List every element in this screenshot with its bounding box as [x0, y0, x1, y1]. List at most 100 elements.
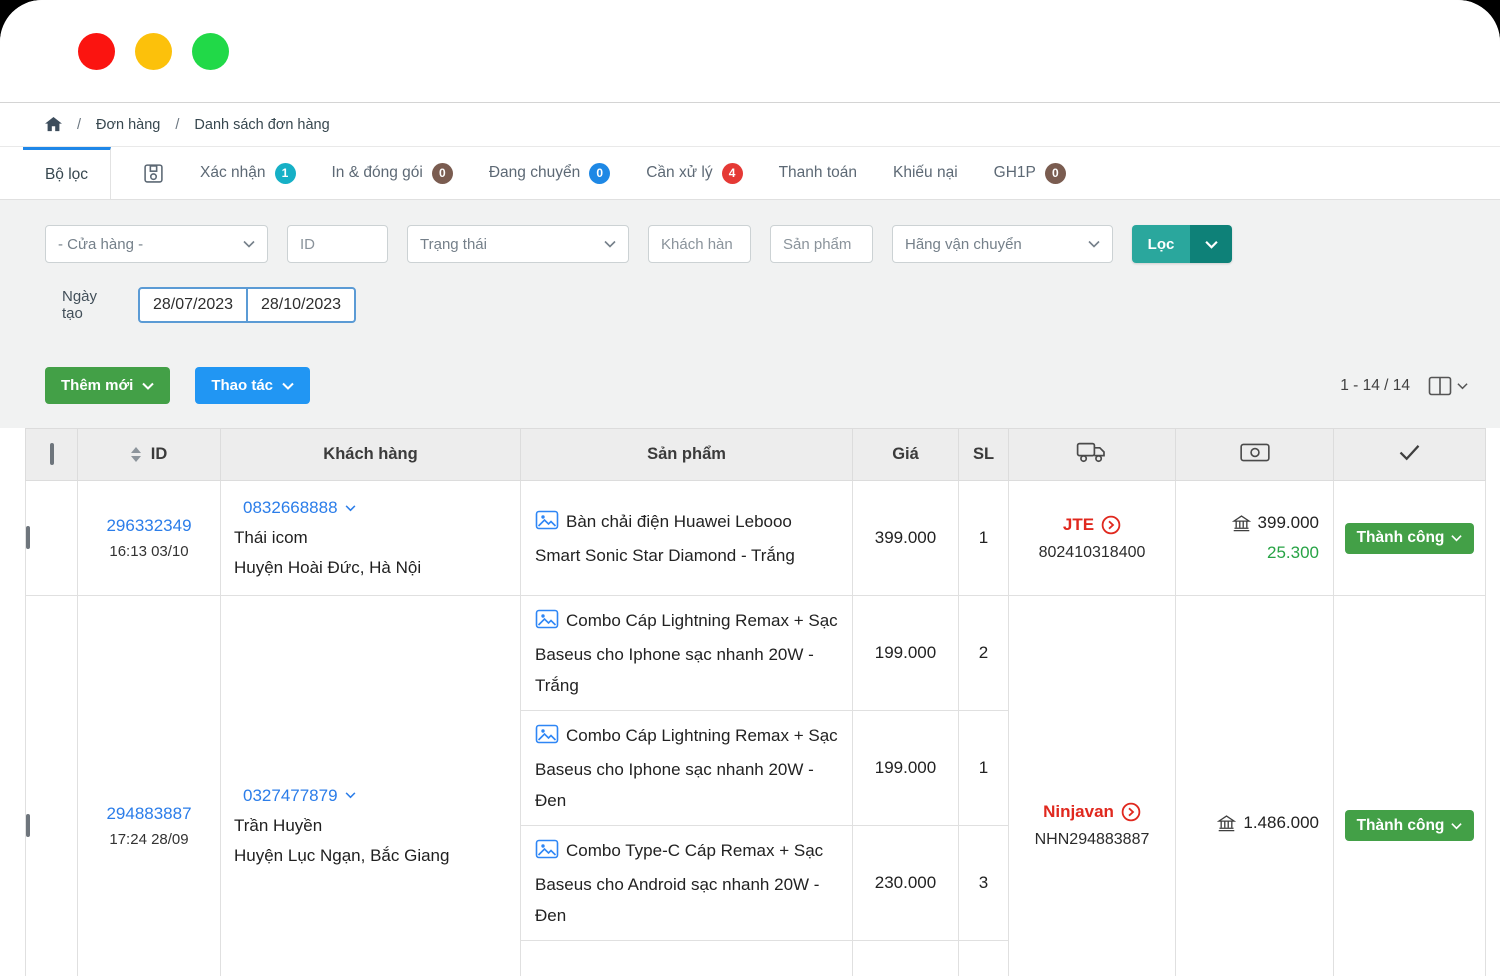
order-id-cell: 296332349 16:13 03/10	[78, 481, 221, 596]
carrier-link[interactable]: JTE	[1063, 515, 1121, 535]
tab-filter[interactable]: Bộ lọc	[23, 147, 111, 199]
photo-icon	[535, 509, 559, 540]
bulk-actions-button[interactable]: Thao tác	[195, 367, 310, 404]
customer-input[interactable]	[661, 236, 738, 253]
tab-badge: 1	[275, 163, 296, 184]
tab-badge: 0	[589, 163, 610, 184]
tab-payment[interactable]: Thanh toán	[779, 164, 857, 182]
filter-button[interactable]: Lọc	[1132, 225, 1190, 263]
price-cell: 399.000	[853, 481, 959, 596]
shipping-header	[1009, 429, 1176, 481]
product-input[interactable]	[783, 236, 860, 253]
price-cell: 230.000	[853, 826, 959, 941]
order-id-link[interactable]: 296332349	[78, 516, 220, 536]
carrier-link[interactable]: Ninjavan	[1043, 802, 1141, 822]
payment-fee: 25.300	[1176, 543, 1319, 563]
add-new-label: Thêm mới	[61, 377, 133, 394]
payment-cell: 399.000 25.300	[1176, 481, 1334, 596]
tracking-number: NHN294883887	[1009, 831, 1175, 849]
filter-split-button: Lọc	[1132, 225, 1232, 263]
tab-label: GH1P	[994, 164, 1036, 182]
column-settings-button[interactable]	[1428, 376, 1468, 396]
id-header[interactable]: ID	[78, 429, 221, 481]
product-field	[770, 225, 873, 263]
tab-label: In & đóng gói	[332, 164, 423, 182]
price-cell	[853, 941, 959, 976]
product-name: Combo Type-C Cáp Remax + Sạc Baseus cho …	[535, 841, 823, 925]
qty-header: SL	[959, 429, 1009, 481]
payment-header	[1176, 429, 1334, 481]
order-id-link[interactable]: 294883887	[78, 804, 220, 824]
status-select[interactable]: Trạng thái	[407, 225, 629, 263]
customer-name: Thái icom	[234, 523, 510, 553]
status-button[interactable]: Thành công	[1345, 523, 1475, 554]
tab-label: Thanh toán	[779, 164, 857, 182]
status-select-value: Trạng thái	[420, 236, 487, 253]
truck-icon	[1076, 440, 1108, 464]
product-cell: Bàn chải điện Huawei Lebooo Smart Sonic …	[521, 481, 853, 596]
breadcrumb-item-orders[interactable]: Đơn hàng	[96, 117, 160, 133]
add-new-button[interactable]: Thêm mới	[45, 367, 170, 404]
close-window-button[interactable]	[78, 33, 115, 70]
product-cell: Combo Cáp Lightning Remax + Sạc Baseus c…	[521, 596, 853, 711]
tab-shipping[interactable]: Đang chuyển 0	[489, 163, 610, 184]
customer-phone: 0832668888	[243, 493, 338, 523]
tracking-number: 802410318400	[1009, 544, 1175, 562]
store-select-value: - Cửa hàng -	[58, 236, 143, 253]
order-id-field	[287, 225, 388, 263]
photo-icon	[535, 723, 559, 754]
customer-cell: 0327477879 Trần Huyền Huyện Lục Ngạn, Bắ…	[221, 596, 521, 976]
customer-address: Huyện Hoài Đức, Hà Nội	[234, 553, 510, 583]
status-label: Thành công	[1357, 817, 1445, 835]
tab-complaints[interactable]: Khiếu nại	[893, 164, 958, 182]
date-from-input[interactable]	[138, 287, 248, 323]
status-label: Thành công	[1357, 529, 1445, 547]
breadcrumb: / Đơn hàng / Danh sách đơn hàng	[0, 103, 1500, 147]
save-icon[interactable]	[143, 163, 164, 184]
product-name: Combo Cáp Lightning Remax + Sạc Baseus c…	[535, 726, 838, 810]
minimize-window-button[interactable]	[135, 33, 172, 70]
order-table: ID Khách hàng Sản phẩm Giá SL	[0, 428, 1500, 976]
product-name: Combo Cáp Lightning Remax + Sạc Baseus c…	[535, 611, 838, 695]
tab-print-pack[interactable]: In & đóng gói 0	[332, 163, 453, 184]
date-to-input[interactable]	[246, 287, 356, 323]
carrier-select[interactable]: Hãng vận chuyển	[892, 225, 1113, 263]
maximize-window-button[interactable]	[192, 33, 229, 70]
row-checkbox[interactable]	[26, 526, 30, 549]
carrier-name: Ninjavan	[1043, 802, 1114, 822]
store-select[interactable]: - Cửa hàng -	[45, 225, 268, 263]
tab-label: Cần xử lý	[646, 164, 712, 182]
customer-field	[648, 225, 751, 263]
select-all-checkbox[interactable]	[50, 443, 54, 465]
table-row: 296332349 16:13 03/10 0832668888 Thái ic…	[26, 481, 1486, 596]
customer-phone-link[interactable]: 0832668888	[243, 493, 356, 523]
browser-window: / Đơn hàng / Danh sách đơn hàng Bộ lọc X…	[0, 0, 1500, 976]
customer-phone-link[interactable]: 0327477879	[243, 781, 356, 811]
bank-icon	[1217, 814, 1236, 833]
filter-dropdown-button[interactable]	[1190, 225, 1232, 263]
order-time: 17:24 28/09	[78, 831, 220, 848]
id-header-label: ID	[151, 445, 168, 463]
payment-total: 1.486.000	[1243, 813, 1319, 833]
status-header	[1334, 429, 1486, 481]
tab-label: Đang chuyển	[489, 164, 580, 182]
product-cell: Combo Type-C Cáp Remax + Sạc Baseus cho …	[521, 826, 853, 941]
price-header: Giá	[853, 429, 959, 481]
row-select-cell	[26, 481, 78, 596]
row-select-cell	[26, 596, 78, 976]
row-checkbox[interactable]	[26, 814, 30, 837]
tab-needs-action[interactable]: Cần xử lý 4	[646, 163, 742, 184]
sort-icon[interactable]	[131, 447, 141, 462]
product-header: Sản phẩm	[521, 429, 853, 481]
order-id-input[interactable]	[300, 236, 375, 253]
home-icon[interactable]	[45, 117, 62, 132]
qty-cell: 2	[959, 596, 1009, 711]
table-header-row: ID Khách hàng Sản phẩm Giá SL	[26, 429, 1486, 481]
customer-name: Trần Huyền	[234, 811, 510, 841]
tab-gh1p[interactable]: GH1P 0	[994, 163, 1066, 184]
photo-icon	[535, 838, 559, 869]
breadcrumb-separator: /	[175, 117, 179, 133]
tab-confirm[interactable]: Xác nhận 1	[200, 163, 296, 184]
status-button[interactable]: Thành công	[1345, 810, 1475, 841]
product-cell: Combo Cáp Lightning Remax	[521, 941, 853, 976]
